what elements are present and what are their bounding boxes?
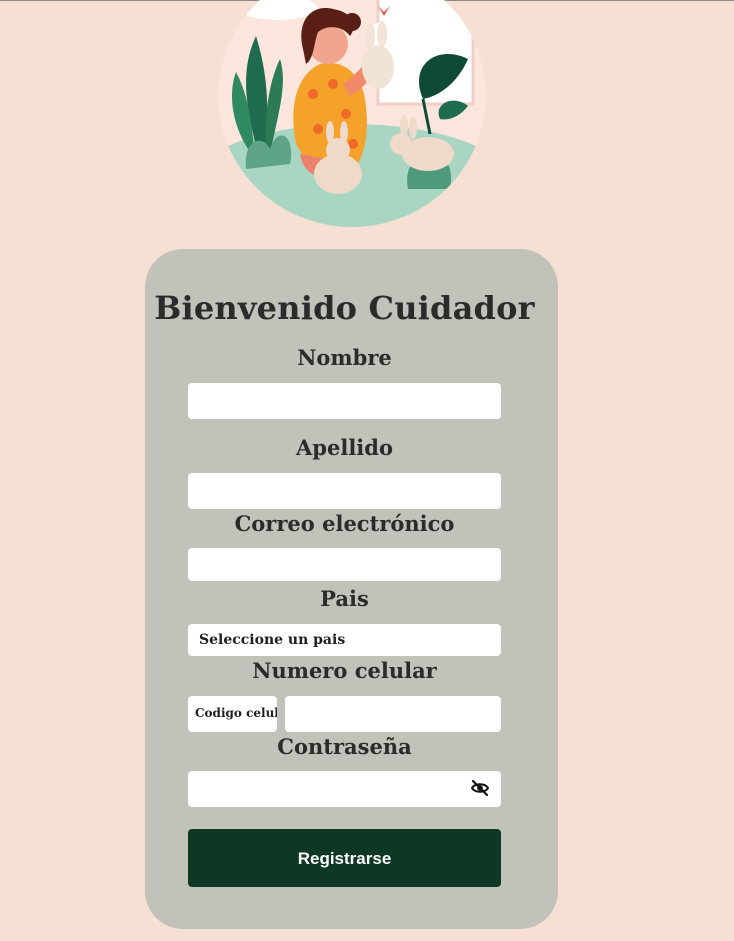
- eye-slash-icon[interactable]: [470, 779, 490, 797]
- pais-label: Pais: [320, 586, 369, 611]
- register-button[interactable]: Registrarse: [188, 829, 501, 887]
- apellido-field[interactable]: [188, 473, 501, 509]
- apellido-label: Apellido: [296, 435, 393, 460]
- phone-number-field[interactable]: [285, 696, 501, 732]
- nombre-field[interactable]: [188, 383, 501, 419]
- woman-with-rabbits-illustration: [218, 0, 486, 227]
- phone-code-select[interactable]: Codigo celul: [188, 696, 277, 732]
- hero-illustration: [218, 0, 486, 227]
- country-select[interactable]: Seleccione un pais: [188, 624, 501, 656]
- correo-label: Correo electrónico: [234, 511, 455, 536]
- password-field[interactable]: [188, 771, 501, 807]
- nombre-label: Nombre: [297, 345, 392, 370]
- celular-label: Numero celular: [252, 658, 437, 683]
- password-label: Contraseña: [277, 734, 412, 759]
- form-title: Bienvenido Cuidador: [154, 289, 535, 327]
- email-field[interactable]: [188, 548, 501, 581]
